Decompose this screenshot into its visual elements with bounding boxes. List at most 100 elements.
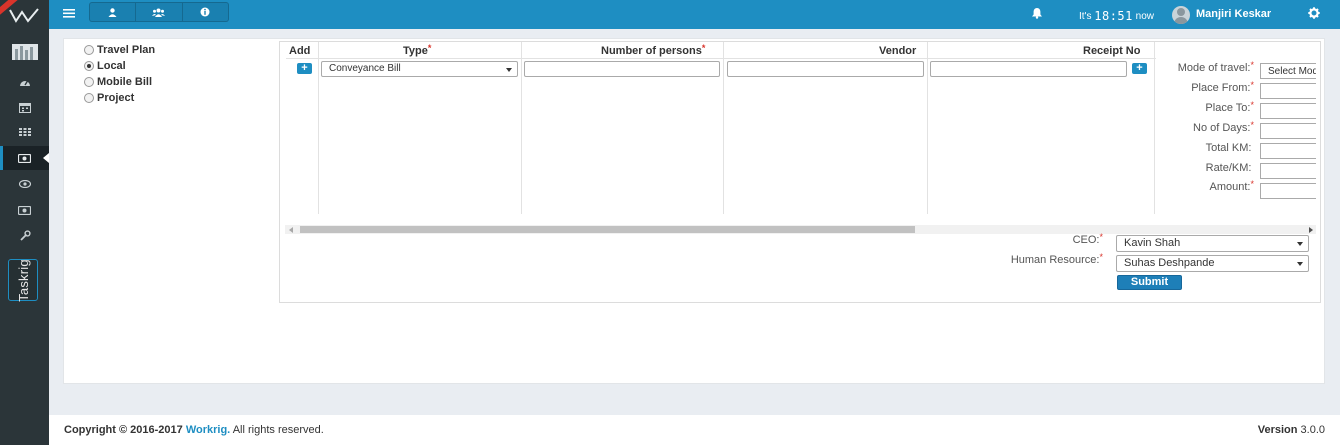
receipt-input[interactable] (930, 61, 1127, 77)
dashboard-icon (19, 80, 30, 86)
copyright-text: Copyright © 2016-2017 Workrig. All right… (64, 424, 324, 436)
version-text: Version 3.0.0 (1258, 424, 1325, 436)
radio-label: Mobile Bill (97, 76, 152, 88)
user-avatar[interactable] (1172, 6, 1190, 24)
radio-label: Local (97, 60, 126, 72)
header-user-button[interactable] (90, 3, 137, 21)
horizontal-scrollbar[interactable] (285, 225, 1316, 234)
chevron-down-icon (1297, 242, 1303, 246)
sidebar: Taskrig (0, 0, 49, 445)
money-icon (18, 153, 31, 163)
top-header: It's 18:51 now Manjiri Keskar (49, 0, 1340, 29)
rate-per-km-input[interactable] (1260, 163, 1316, 179)
workrig-logo-icon (9, 8, 39, 23)
radio-button-selected[interactable] (84, 61, 94, 71)
place-to-label: Place To:* (1205, 100, 1254, 114)
expense-table: Add Type* Number of persons* Vendor Rece… (286, 42, 1316, 214)
expense-form-panel: Travel Plan Local Mobile Bill Project Ad… (63, 38, 1325, 384)
ceo-select-value: Kavin Shah (1124, 237, 1181, 249)
copyright-prefix: Copyright © 2016-2017 (64, 424, 183, 436)
mode-of-travel-select[interactable]: Select Mode (1260, 63, 1316, 79)
grid-icon (18, 128, 31, 136)
human-resource-select[interactable]: Suhas Deshpande (1116, 255, 1309, 272)
sidebar-item-building[interactable] (0, 40, 49, 64)
amount-input[interactable] (1260, 183, 1316, 199)
scroll-right-arrow-icon[interactable] (1309, 227, 1313, 233)
menu-toggle-button[interactable] (63, 8, 75, 21)
eye-icon (18, 180, 31, 188)
money-icon (18, 205, 31, 215)
version-value: 3.0.0 (1300, 424, 1325, 436)
plus-icon: + (1136, 62, 1143, 74)
sidebar-item-grid[interactable] (0, 120, 49, 144)
persons-input[interactable] (524, 61, 720, 77)
info-icon (200, 7, 210, 17)
column-divider (927, 42, 928, 214)
taskrig-button[interactable]: Taskrig (8, 259, 38, 301)
bell-icon (1032, 8, 1042, 19)
radio-button[interactable] (84, 45, 94, 55)
column-header-receipt: Receipt No (1083, 45, 1141, 57)
column-divider (1154, 42, 1155, 214)
radio-mobile-bill[interactable]: Mobile Bill (84, 74, 155, 90)
time-suffix: now (1135, 11, 1155, 22)
user-name[interactable]: Manjiri Keskar (1196, 8, 1271, 20)
gear-icon (1308, 7, 1320, 19)
header-team-button[interactable] (136, 3, 183, 21)
place-from-label: Place From:* (1191, 80, 1254, 94)
type-select-value: Conveyance Bill (329, 63, 401, 74)
sidebar-item-payments[interactable] (0, 198, 49, 222)
sidebar-item-calendar[interactable] (0, 95, 49, 119)
mode-of-travel-label: Mode of travel:* (1177, 60, 1254, 74)
add-row-button[interactable]: + (297, 63, 312, 74)
radio-button[interactable] (84, 93, 94, 103)
column-header-persons: Number of persons* (601, 43, 706, 57)
human-resource-label: Human Resource:* (1010, 252, 1103, 266)
radio-button[interactable] (84, 77, 94, 87)
rights-text: All rights reserved. (232, 424, 324, 436)
column-header-vendor: Vendor (879, 45, 917, 57)
workrig-logo[interactable] (0, 0, 49, 29)
place-from-input[interactable] (1260, 83, 1316, 99)
place-to-input[interactable] (1260, 103, 1316, 119)
clock-display: 18:51 (1094, 9, 1133, 23)
header-button-group (89, 2, 229, 22)
ceo-label: CEO:* (1072, 232, 1103, 246)
column-divider (318, 42, 319, 214)
no-of-days-input[interactable] (1260, 123, 1316, 139)
settings-button[interactable] (1308, 7, 1320, 22)
sidebar-item-settings-tools[interactable] (0, 224, 49, 248)
total-km-input[interactable] (1260, 143, 1316, 159)
ceo-select[interactable]: Kavin Shah (1116, 235, 1309, 252)
column-divider (521, 42, 522, 214)
user-icon (108, 7, 117, 17)
radio-label: Travel Plan (97, 44, 156, 56)
expense-type-radio-group: Travel Plan Local Mobile Bill Project (84, 42, 155, 106)
notifications-button[interactable] (1031, 7, 1043, 22)
total-km-label: Total KM: (1205, 142, 1252, 154)
sidebar-item-dashboard[interactable] (0, 70, 49, 94)
radio-label: Project (97, 92, 135, 104)
chevron-down-icon (506, 68, 512, 72)
sidebar-item-expenses[interactable] (0, 146, 49, 170)
human-resource-select-value: Suhas Deshpande (1124, 257, 1215, 269)
vendor-input[interactable] (727, 61, 924, 77)
type-select[interactable]: Conveyance Bill (321, 61, 518, 77)
scrollbar-thumb[interactable] (300, 226, 915, 233)
no-of-days-label: No of Days:* (1193, 120, 1254, 134)
mode-of-travel-value: Select Mode (1268, 66, 1316, 77)
add-detail-button[interactable]: + (1132, 63, 1147, 74)
column-divider (723, 42, 724, 214)
submit-button[interactable]: Submit (1117, 275, 1182, 290)
amount-label: Amount:* (1209, 179, 1254, 193)
building-icon (11, 44, 38, 60)
radio-local[interactable]: Local (84, 58, 155, 74)
time-prefix: It's (1079, 11, 1092, 22)
scroll-left-arrow-icon[interactable] (289, 227, 293, 233)
radio-travel-plan[interactable]: Travel Plan (84, 42, 155, 58)
rate-per-km-label: Rate/KM: (1205, 162, 1252, 174)
sidebar-item-view[interactable] (0, 172, 49, 196)
company-link[interactable]: Workrig. (186, 424, 230, 436)
header-info-button[interactable] (183, 3, 228, 21)
radio-project[interactable]: Project (84, 90, 155, 106)
